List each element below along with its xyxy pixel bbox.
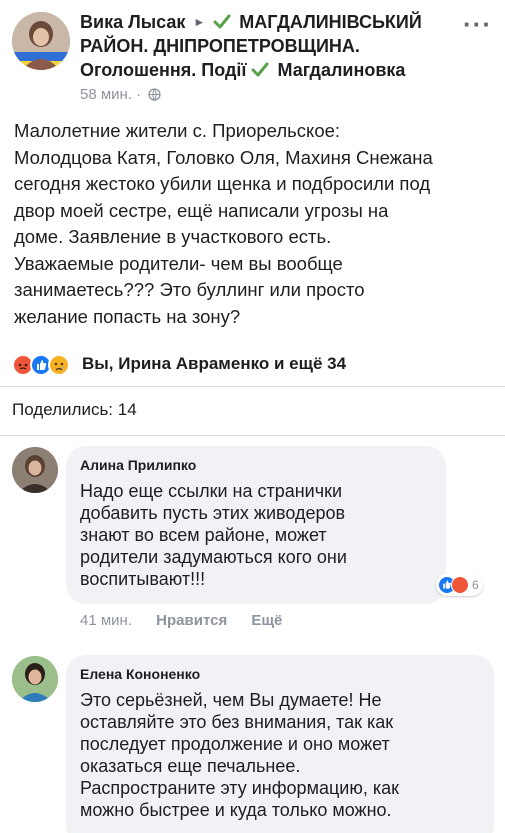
comment-author[interactable]: Алина Прилипко xyxy=(80,456,432,474)
reactions-summary[interactable]: Вы, Ирина Авраменко и ещё 34 xyxy=(82,354,346,374)
comment-text: Это серьёзней, чем Вы думаете! Не оставл… xyxy=(80,690,399,820)
reactions-row[interactable]: Вы, Ирина Авраменко и ещё 34 xyxy=(12,349,492,379)
group-name-line3[interactable]: Оголошення. Події xyxy=(80,60,246,80)
comment-bubble: Алина Прилипко Надо еще ссылки на страни… xyxy=(66,446,446,604)
verified-badge-icon xyxy=(213,13,231,31)
comment-author-avatar[interactable] xyxy=(12,656,58,702)
globe-icon xyxy=(148,88,161,101)
shares-count[interactable]: Поделились: 14 xyxy=(12,400,137,420)
author-name[interactable]: Вика Лысак xyxy=(80,12,185,32)
comment-reaction-count: 6 xyxy=(472,578,479,592)
group-name-line1[interactable]: МАГДАЛИНІВСЬКИЙ xyxy=(239,12,421,32)
post-header: Вика Лысак ► МАГДАЛИНІВСЬКИЙ РАЙОН. ДНІП… xyxy=(10,8,500,108)
author-avatar[interactable] xyxy=(12,12,70,70)
more-button[interactable]: Ещё xyxy=(251,612,282,629)
comment-author-avatar[interactable] xyxy=(12,447,58,493)
post-author-block: Вика Лысак ► МАГДАЛИНІВСЬКИЙ РАЙОН. ДНІП… xyxy=(80,10,460,82)
divider xyxy=(0,386,505,387)
comment-bubble: Елена Кононенко Это серьёзней, чем Вы ду… xyxy=(66,655,494,833)
like-button[interactable]: Нравится xyxy=(156,612,227,629)
angry-reaction-icon xyxy=(451,576,469,594)
location-name[interactable]: Магдалиновка xyxy=(277,60,405,80)
divider xyxy=(0,435,505,436)
comment-author[interactable]: Елена Кононенко xyxy=(80,665,480,683)
post-meta: 58 мин. · xyxy=(80,86,161,103)
comment-reactions[interactable]: 6 xyxy=(436,574,483,596)
group-name-line2[interactable]: РАЙОН. ДНІПРОПЕТРОВЩИНА. xyxy=(80,34,460,58)
reaction-icons xyxy=(12,352,76,376)
post-text: Малолетние жители с. Приорельское: Молод… xyxy=(14,120,433,327)
comment-actions: 41 мин. Нравится Ещё xyxy=(80,612,282,629)
sad-reaction-icon xyxy=(48,354,70,376)
arrow-right-icon: ► xyxy=(193,15,206,29)
post-time[interactable]: 58 мин. · xyxy=(80,86,141,103)
verified-badge-icon xyxy=(251,61,269,79)
comment-text: Надо еще ссылки на странички добавить пу… xyxy=(80,481,347,589)
comment-time[interactable]: 41 мин. xyxy=(80,612,132,629)
more-options-icon[interactable]: ··· xyxy=(463,11,492,37)
